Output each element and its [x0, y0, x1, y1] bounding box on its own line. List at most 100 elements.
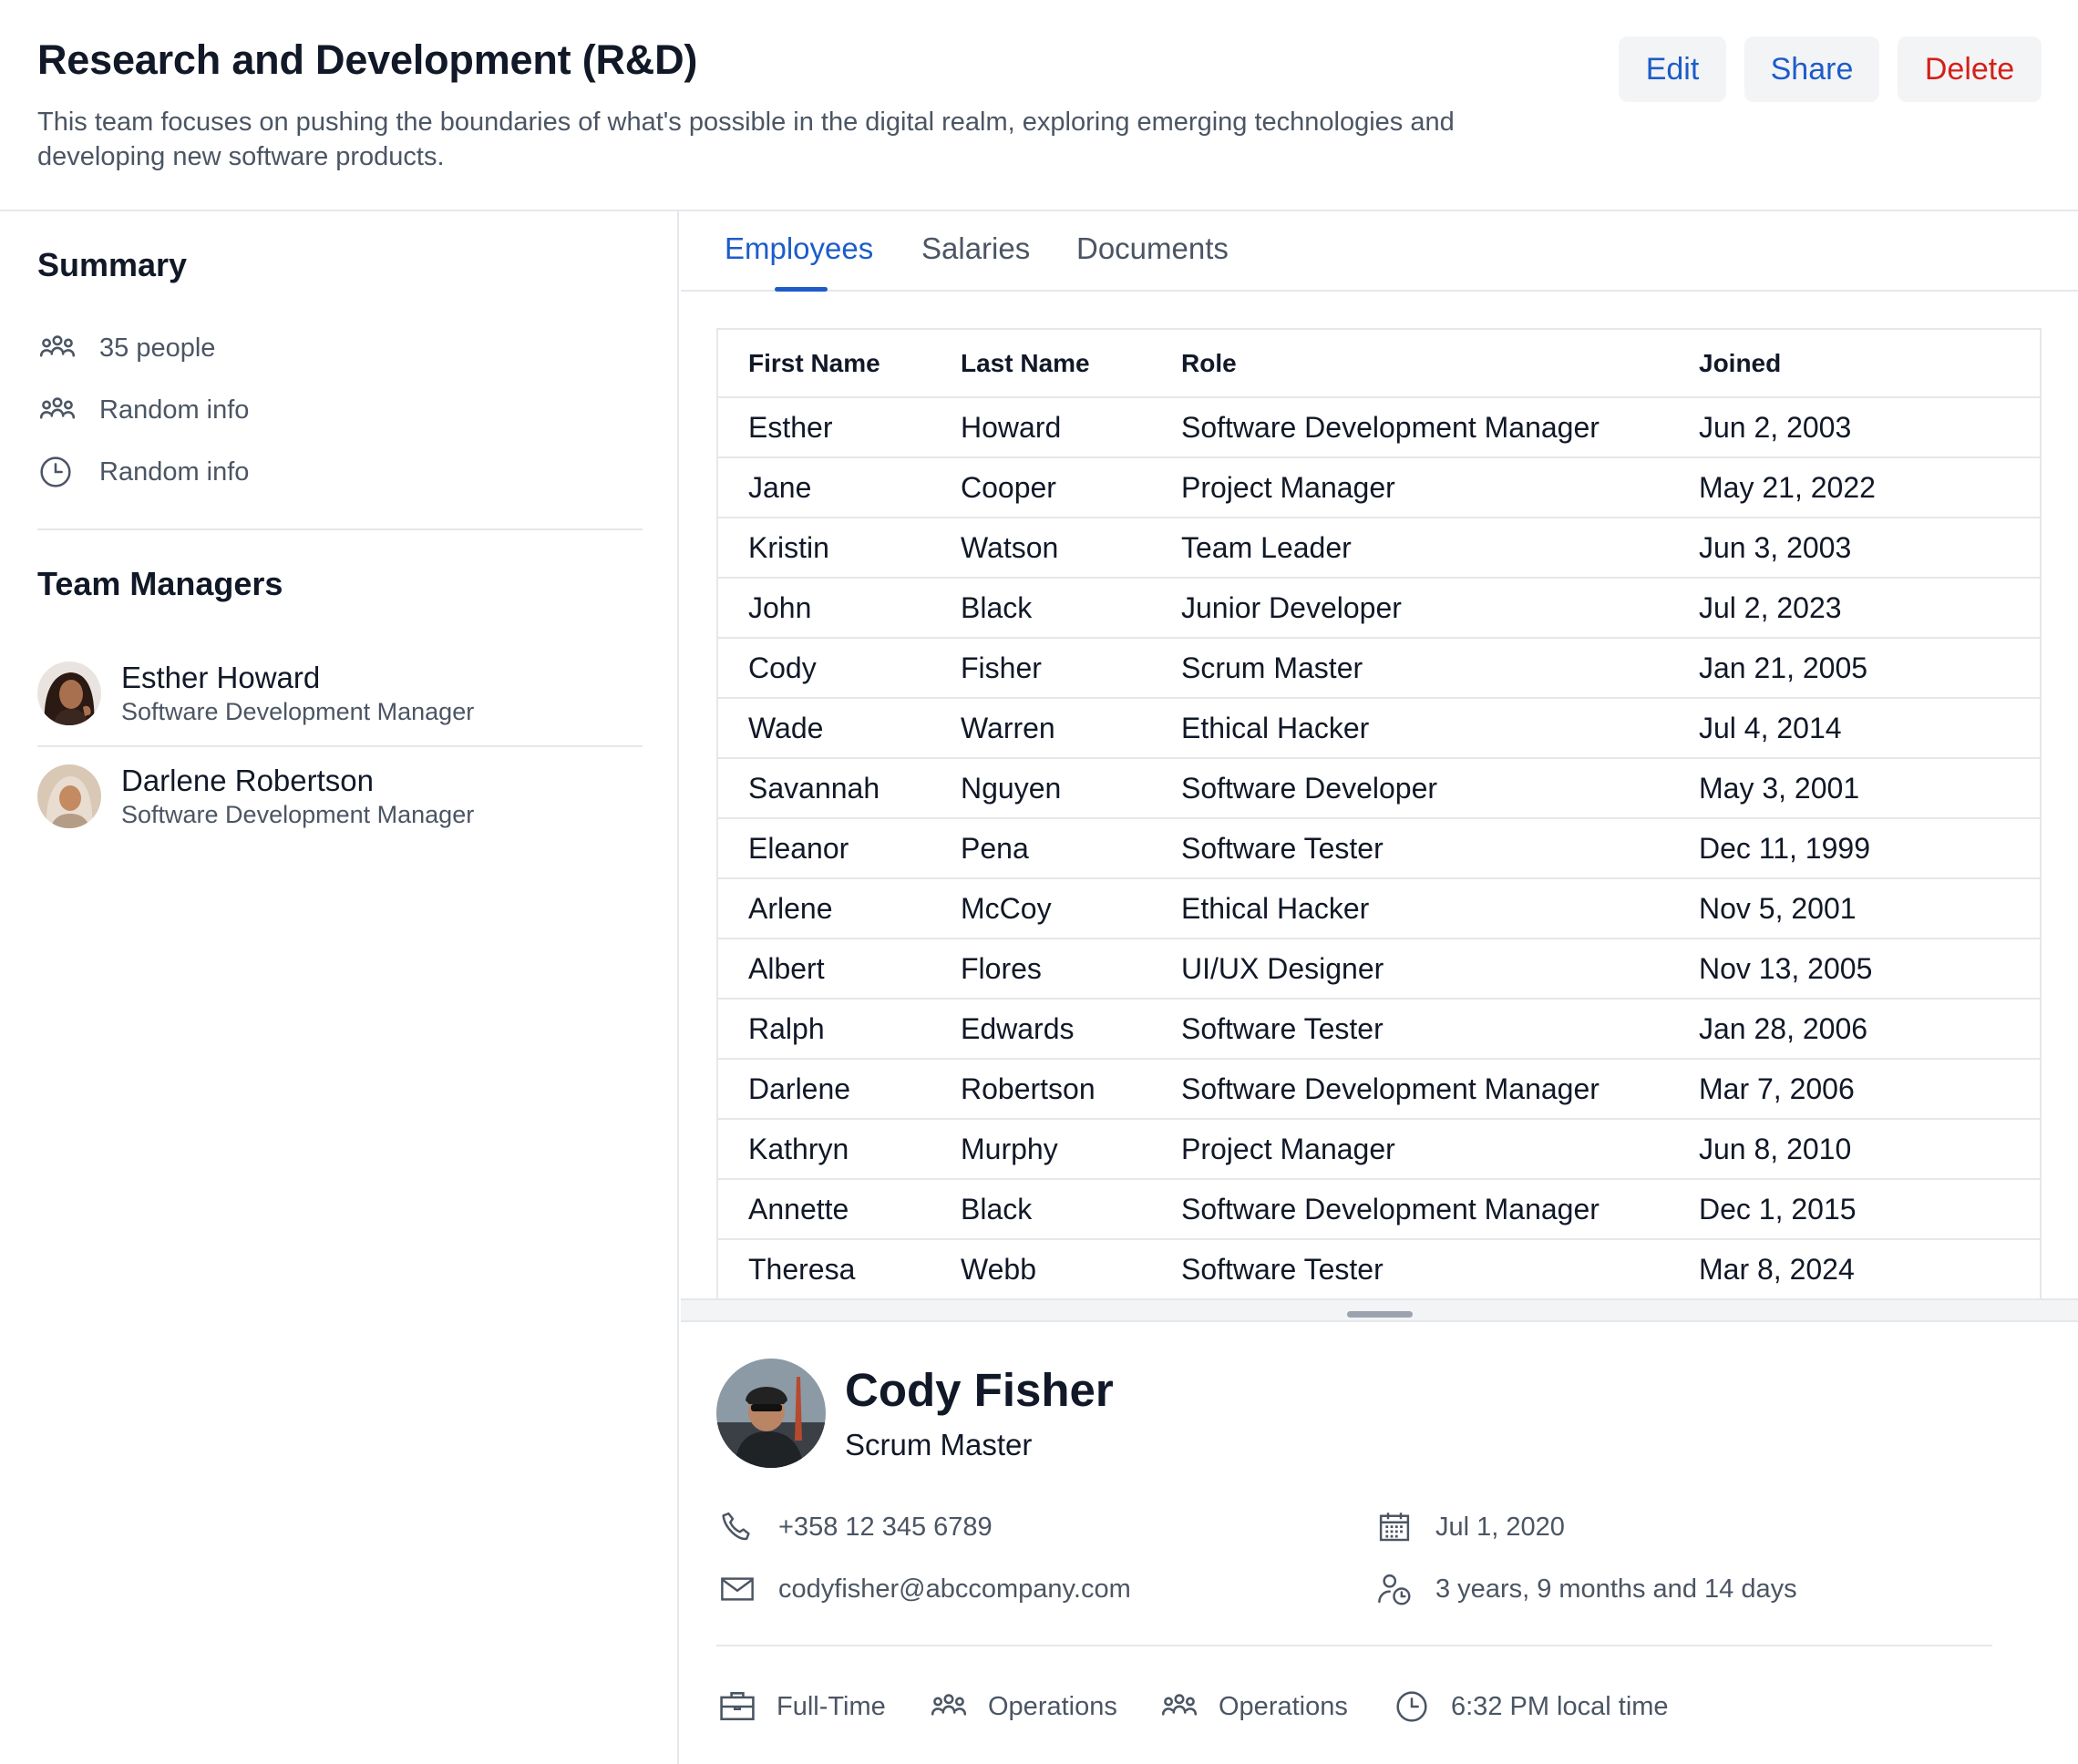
tab-salaries[interactable]: Salaries [921, 231, 1030, 266]
table-row[interactable]: Jane Cooper Project Manager May 21, 2022 [718, 457, 2040, 518]
edit-button[interactable]: Edit [1619, 36, 1726, 102]
summary-item-time: Random info [37, 454, 249, 490]
cell-last-name: Cooper [961, 457, 1181, 518]
summary-item-label: 35 people [99, 333, 216, 363]
team-header: Research and Development (R&D) This team… [0, 0, 2078, 211]
cell-joined: Dec 11, 1999 [1699, 818, 2040, 879]
table-row[interactable]: Kristin Watson Team Leader Jun 3, 2003 [718, 518, 2040, 579]
cell-role: Software Tester [1181, 1239, 1699, 1298]
cell-joined: Dec 1, 2015 [1699, 1179, 2040, 1240]
cell-role: Software Development Manager [1181, 1179, 1699, 1240]
employee-start-date: Jul 1, 2020 [1373, 1506, 1565, 1548]
cell-last-name: Fisher [961, 638, 1181, 699]
cell-role: Ethical Hacker [1181, 698, 1699, 759]
people-group-icon [37, 392, 79, 428]
mail-icon [716, 1568, 758, 1610]
team-description: This team focuses on pushing the boundar… [37, 108, 1455, 171]
people-group-icon [1158, 1686, 1200, 1728]
table-row[interactable]: Esther Howard Software Development Manager… [718, 397, 2040, 458]
panel-resize-bar[interactable] [681, 1298, 2078, 1322]
table-row[interactable]: Ralph Edwards Software Tester Jan 28, 2006 [718, 999, 2040, 1060]
cell-last-name: Black [961, 1179, 1181, 1240]
column-header-joined[interactable]: Joined [1699, 330, 2040, 398]
briefcase-icon [716, 1686, 758, 1728]
manager-name: Darlene Robertson [121, 764, 374, 797]
department: Operations [928, 1686, 1117, 1728]
cell-joined: May 3, 2001 [1699, 758, 2040, 819]
cell-first-name: Annette [718, 1179, 961, 1240]
summary-item-label: Random info [99, 395, 250, 425]
team-sidebar: Summary 35 people Random info Random inf… [0, 211, 679, 1764]
people-group-icon [37, 330, 79, 366]
summary-title: Summary [37, 246, 188, 283]
cell-role: Team Leader [1181, 518, 1699, 579]
people-group-icon [928, 1686, 970, 1728]
tab-employees[interactable]: Employees [725, 231, 873, 266]
cell-role: Project Manager [1181, 1119, 1699, 1180]
cell-role: UI/UX Designer [1181, 938, 1699, 1000]
table-row[interactable]: Theresa Webb Software Tester Mar 8, 2024 [718, 1239, 2040, 1298]
cell-first-name: Savannah [718, 758, 961, 819]
table-row[interactable]: Eleanor Pena Software Tester Dec 11, 1999 [718, 818, 2040, 879]
table-row[interactable]: John Black Junior Developer Jul 2, 2023 [718, 578, 2040, 639]
employee-email[interactable]: codyfisher@abccompany.com [716, 1568, 1131, 1610]
table-header-row: First Name Last Name Role Joined [718, 330, 2040, 398]
manager-role: Software Development Manager [121, 698, 475, 725]
employee-tenure: 3 years, 9 months and 14 days [1373, 1568, 1797, 1610]
cell-first-name: Albert [718, 938, 961, 1000]
manager-role: Software Development Manager [121, 801, 475, 828]
column-header-first-name[interactable]: First Name [718, 330, 961, 398]
share-button[interactable]: Share [1744, 36, 1879, 102]
local-time-label: 6:32 PM local time [1451, 1691, 1669, 1721]
avatar [37, 764, 101, 828]
table-row[interactable]: Albert Flores UI/UX Designer Nov 13, 2005 [718, 938, 2040, 1000]
table-row[interactable]: Annette Black Software Development Manager… [718, 1179, 2040, 1240]
manager-item[interactable]: Darlene Robertson Software Development M… [37, 745, 643, 847]
cell-last-name: McCoy [961, 878, 1181, 939]
cell-joined: Jun 2, 2003 [1699, 397, 2040, 458]
cell-joined: Nov 13, 2005 [1699, 938, 2040, 1000]
page-title: Research and Development (R&D) [37, 36, 698, 83]
cell-first-name: Esther [718, 397, 961, 458]
table-row[interactable]: Savannah Nguyen Software Developer May 3, 2… [718, 758, 2040, 819]
cell-joined: Jan 21, 2005 [1699, 638, 2040, 699]
detail-divider [716, 1645, 1992, 1646]
table-row[interactable]: Darlene Robertson Software Development Man… [718, 1059, 2040, 1120]
employment-type-label: Full-Time [777, 1691, 886, 1721]
clock-icon [1391, 1686, 1433, 1728]
cell-first-name: Theresa [718, 1239, 961, 1298]
employees-table: First Name Last Name Role Joined Esther H… [716, 328, 2042, 1298]
team-tabs: Employees Salaries Documents [681, 211, 2078, 292]
table-row[interactable]: Cody Fisher Scrum Master Jan 21, 2005 [718, 638, 2040, 699]
team-page: Research and Development (R&D) This team… [0, 0, 2078, 1764]
column-header-role[interactable]: Role [1181, 330, 1699, 398]
cell-role: Software Developer [1181, 758, 1699, 819]
cell-joined: Jul 2, 2023 [1699, 578, 2040, 639]
column-header-last-name[interactable]: Last Name [961, 330, 1181, 398]
summary-item-info: Random info [37, 392, 249, 428]
header-actions: Edit Share Delete [1619, 36, 2042, 102]
cell-last-name: Webb [961, 1239, 1181, 1298]
cell-joined: Jun 8, 2010 [1699, 1119, 2040, 1180]
cell-last-name: Robertson [961, 1059, 1181, 1120]
cell-joined: Nov 5, 2001 [1699, 878, 2040, 939]
table-row[interactable]: Kathryn Murphy Project Manager Jun 8, 2010 [718, 1119, 2040, 1180]
table-body: Esther Howard Software Development Manager… [718, 397, 2040, 1298]
cell-last-name: Black [961, 578, 1181, 639]
employee-phone[interactable]: +358 12 345 6789 [716, 1506, 993, 1548]
cell-first-name: Eleanor [718, 818, 961, 879]
table-row[interactable]: Arlene McCoy Ethical Hacker Nov 5, 2001 [718, 878, 2040, 939]
delete-button[interactable]: Delete [1898, 36, 2042, 102]
start-date-text: Jul 1, 2020 [1435, 1512, 1565, 1542]
cell-first-name: Kathryn [718, 1119, 961, 1180]
cell-role: Scrum Master [1181, 638, 1699, 699]
phone-text: +358 12 345 6789 [778, 1512, 993, 1542]
table-row[interactable]: Wade Warren Ethical Hacker Jul 4, 2014 [718, 698, 2040, 759]
resize-handle[interactable] [1347, 1311, 1413, 1318]
tenure-text: 3 years, 9 months and 14 days [1435, 1574, 1797, 1604]
manager-item[interactable]: Esther Howard Software Development Manag… [37, 642, 643, 744]
tab-documents[interactable]: Documents [1076, 231, 1229, 266]
employee-avatar [716, 1359, 826, 1468]
clock-icon [37, 454, 79, 490]
department-label: Operations [988, 1691, 1117, 1721]
